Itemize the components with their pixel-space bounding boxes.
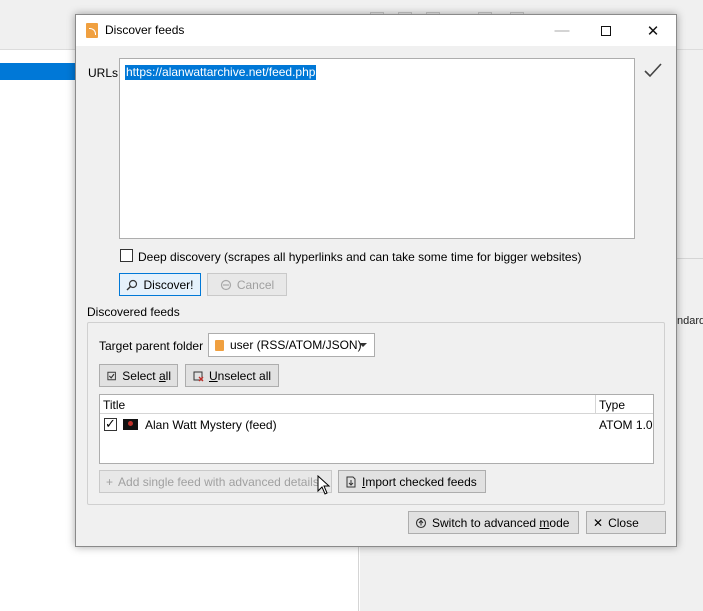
table-row[interactable]: ✓ Alan Watt Mystery (feed) ATOM 1.0 [100, 416, 653, 434]
unselect-all-label-key: U [209, 368, 218, 383]
dialog-title: Discover feeds [105, 23, 185, 37]
column-header-title[interactable]: Title [103, 398, 125, 412]
add-single-feed-label: Add single feed with advanced details [118, 474, 319, 489]
minimize-button[interactable]: — [539, 15, 585, 46]
divider [676, 258, 703, 259]
close-button[interactable]: ✕ Close [586, 511, 666, 534]
cancel-icon [220, 279, 231, 290]
maximize-icon [601, 25, 611, 36]
screen: ndard Discover feeds — ✕ URLs https://al… [0, 0, 703, 611]
add-single-feed-button[interactable]: + Add single feed with advanced details [99, 470, 332, 493]
discovered-feeds-table[interactable]: Title Type ✓ Alan Watt Mystery (feed) AT… [99, 394, 654, 464]
close-button-label: Close [608, 515, 639, 530]
check-icon: ✓ [105, 416, 116, 431]
search-icon [126, 279, 138, 290]
folder-icon [215, 339, 224, 351]
background-text: ndard [677, 315, 703, 327]
import-label-post: mport checked feeds [365, 474, 477, 489]
close-icon: ✕ [593, 515, 604, 530]
feed-checkbox[interactable]: ✓ [104, 416, 117, 431]
feed-title: Alan Watt Mystery (feed) [145, 418, 277, 432]
target-folder-label: Target parent folder [99, 339, 204, 353]
unselect-all-button[interactable]: Unselect all [185, 364, 279, 387]
discover-feeds-dialog: Discover feeds — ✕ URLs https://alanwatt… [75, 14, 677, 547]
switch-label-key: m [539, 515, 550, 530]
target-folder-select[interactable]: user (RSS/ATOM/JSON) [208, 333, 375, 357]
switch-to-advanced-mode-button[interactable]: Switch to advanced m ode [408, 511, 579, 534]
switch-label-post: ode [549, 515, 570, 530]
close-window-button[interactable]: ✕ [630, 15, 676, 46]
urls-input-value: https://alanwattarchive.net/feed.php [125, 65, 317, 80]
switch-icon [415, 517, 427, 528]
column-divider[interactable] [595, 395, 596, 414]
title-bar[interactable]: Discover feeds — ✕ [76, 15, 676, 46]
switch-label-pre: Switch to advanced [432, 515, 540, 530]
close-icon: ✕ [646, 22, 660, 40]
rss-icon [86, 23, 98, 38]
select-all-label-pre: Select [122, 368, 159, 383]
import-icon [346, 476, 356, 487]
import-checked-feeds-button[interactable]: Import checked feeds [338, 470, 486, 493]
selected-feed-row[interactable] [0, 63, 80, 80]
select-all-label-post: ll [165, 368, 171, 383]
select-all-icon [107, 371, 116, 380]
select-all-button[interactable]: Select a ll [99, 364, 178, 387]
deep-discovery-label: Deep discovery (scrapes all hyperlinks a… [138, 250, 582, 264]
select-all-label-key: a [158, 368, 166, 383]
unselect-all-icon [193, 371, 204, 381]
discovered-feeds-label: Discovered feeds [87, 305, 180, 319]
mouse-cursor-icon [317, 475, 331, 495]
cancel-button-label: Cancel [236, 277, 275, 292]
deep-discovery-checkbox[interactable] [120, 249, 133, 262]
discover-button-label: Discover! [143, 277, 194, 292]
chevron-down-icon [359, 343, 367, 347]
discover-button[interactable]: Discover! [119, 273, 201, 296]
plus-icon: + [106, 474, 114, 489]
checkmark-icon [644, 63, 662, 78]
urls-label: URLs [88, 66, 119, 80]
urls-input[interactable]: https://alanwattarchive.net/feed.php [119, 58, 635, 239]
column-header-type[interactable]: Type [599, 398, 625, 412]
minimize-icon: — [554, 22, 570, 39]
feed-favicon-icon [123, 419, 138, 430]
unselect-all-label-post: nselect all [217, 368, 272, 383]
maximize-button[interactable] [583, 15, 629, 46]
cancel-button[interactable]: Cancel [207, 273, 287, 296]
feed-type: ATOM 1.0 [599, 418, 653, 432]
table-header: Title Type [100, 395, 653, 414]
target-folder-value: user (RSS/ATOM/JSON) [230, 338, 362, 352]
